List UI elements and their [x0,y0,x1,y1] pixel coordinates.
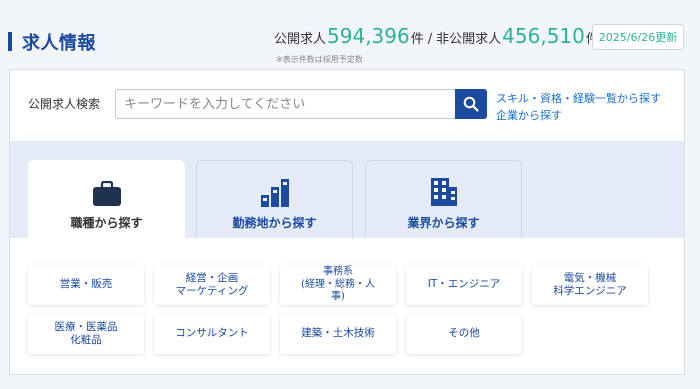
search-button[interactable] [455,89,487,119]
search-icon [463,96,479,112]
count-separator: / [427,32,433,47]
location-bars-icon [260,179,289,207]
category-consultant[interactable]: コンサルタント [154,314,270,354]
tab-location-label: 勤務地から探す [232,216,317,230]
public-jobs-count: 594,396 [327,24,410,48]
updated-date-badge: 2025/6/26更新 [592,24,684,50]
category-it-engineer[interactable]: IT・エンジニア [406,265,522,305]
category-sales[interactable]: 営業・販売 [28,265,144,305]
tab-industry[interactable]: 業界から探す [365,160,522,238]
tab-industry-label: 業界から探す [407,216,480,230]
category-management-marketing[interactable]: 経営・企画 マーケティング [154,265,270,305]
category-other[interactable]: その他 [406,314,522,354]
public-jobs-unit: 件 [410,32,424,47]
private-jobs-count: 456,510 [502,24,585,48]
category-construction[interactable]: 建築・土木技術 [280,314,396,354]
tab-location[interactable]: 勤務地から探す [196,160,353,238]
job-counts: 公開求人 594,396 件 / 非公開求人 456,510 件 [274,24,599,48]
briefcase-icon [92,181,121,206]
category-office[interactable]: 事務系 (経理・総務・人 事) [280,265,396,305]
page-title: 求人情報 [22,33,96,54]
search-input[interactable] [115,89,455,119]
page-header: 求人情報 公開求人 594,396 件 / 非公開求人 456,510 件 20… [0,0,700,70]
private-jobs-label: 非公開求人 [436,32,502,47]
count-note: ※表示件数は採用予定数 [276,55,363,64]
public-jobs-label: 公開求人 [274,32,327,47]
search-label: 公開求人検索 [28,97,101,111]
category-medical[interactable]: 医療・医薬品 化粧品 [28,314,144,354]
title-accent-bar [8,32,12,51]
tab-occupation-label: 職種から探す [70,216,143,230]
category-electrical-engineer[interactable]: 電気・機械 科学エンジニア [532,265,648,305]
skills-search-link[interactable]: スキル・資格・経験一覧から探す [496,90,661,106]
company-search-link[interactable]: 企業から探す [496,107,562,123]
building-icon [430,178,457,206]
tab-occupation[interactable]: 職種から探す [28,160,185,238]
